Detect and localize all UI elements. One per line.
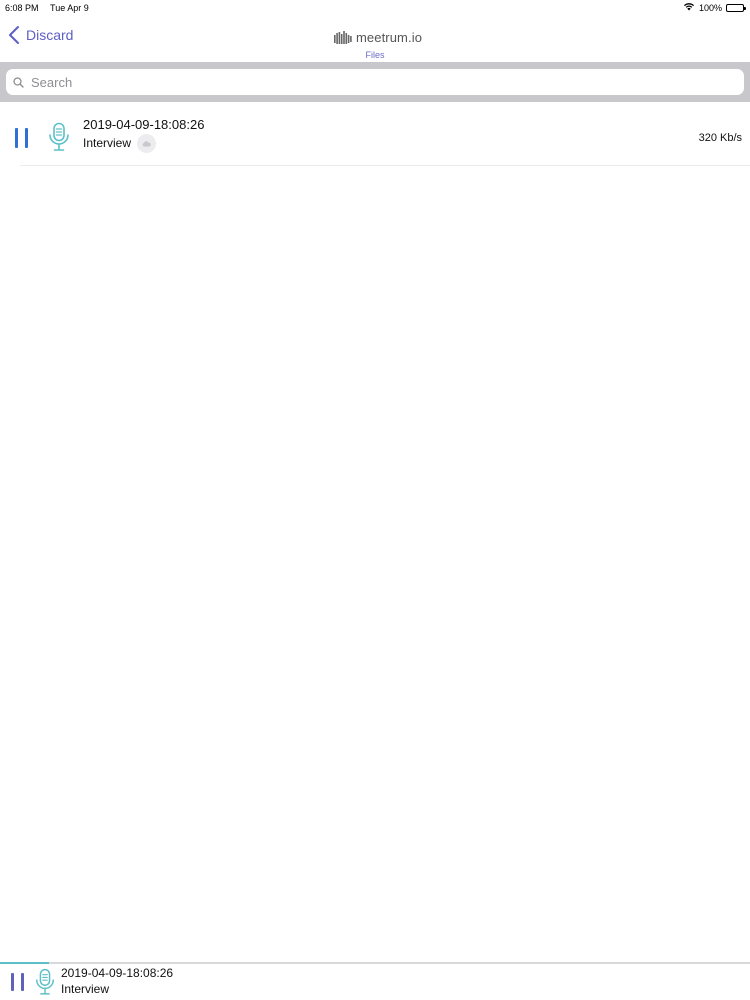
file-bitrate: 320 Kb/s	[698, 132, 742, 144]
cloud-icon	[137, 134, 156, 153]
file-subtitle: Interview	[83, 136, 132, 150]
player-subtitle: Interview	[61, 982, 110, 996]
nav-subtitle: Files	[365, 50, 385, 60]
microphone-icon	[36, 968, 54, 995]
microphone-icon	[49, 122, 69, 151]
chevron-left-icon	[9, 26, 19, 44]
brand-logo: meetrum.io	[334, 30, 422, 45]
status-right: 100%	[683, 0, 746, 16]
brand-name: meetrum.io	[356, 30, 423, 45]
pause-bar-left	[15, 128, 18, 148]
progress-track[interactable]	[0, 962, 750, 964]
file-list: 2019-04-09-18:08:26 Interview 320 Kb/s	[0, 104, 750, 166]
file-title: 2019-04-09-18:08:26	[83, 117, 205, 132]
status-bar: 6:08 PM Tue Apr 9 100%	[0, 0, 750, 16]
discard-button[interactable]: Discard	[8, 24, 73, 46]
search-bar	[0, 62, 750, 102]
progress-fill	[0, 962, 49, 964]
mini-player[interactable]: 2019-04-09-18:08:26 Interview	[0, 962, 750, 1000]
pause-icon[interactable]	[11, 973, 24, 991]
status-time: 6:08 PM	[5, 3, 39, 13]
search-input[interactable]	[29, 73, 713, 91]
waveform-logo-icon	[334, 30, 352, 44]
wifi-icon	[683, 0, 695, 16]
row-divider	[20, 165, 750, 166]
search-icon	[13, 76, 24, 88]
navigation-bar: Discard meetrum.io Files	[0, 16, 750, 62]
app-screen: 6:08 PM Tue Apr 9 100% Discard meetrum.i…	[0, 0, 750, 1000]
search-box[interactable]	[6, 69, 744, 95]
pause-bar-left	[11, 973, 14, 991]
pause-bar-right	[25, 128, 28, 148]
pause-icon[interactable]	[15, 128, 28, 148]
status-left: 6:08 PM Tue Apr 9	[5, 0, 89, 16]
discard-label: Discard	[26, 27, 74, 43]
pause-bar-right	[21, 973, 24, 991]
battery-percent: 100%	[698, 3, 722, 13]
battery-icon	[726, 4, 746, 12]
status-date: Tue Apr 9	[50, 3, 89, 13]
player-title: 2019-04-09-18:08:26	[61, 966, 174, 980]
list-item[interactable]: 2019-04-09-18:08:26 Interview 320 Kb/s	[0, 104, 750, 166]
